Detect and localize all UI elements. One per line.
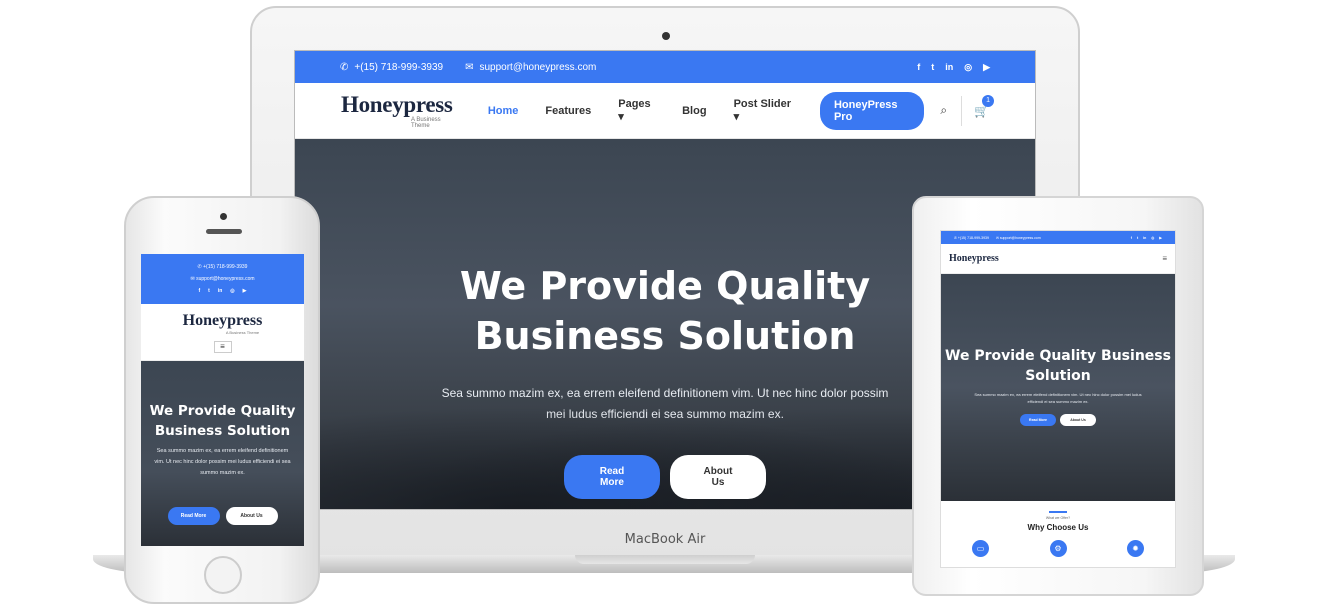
phone-logo[interactable]: Honeypress	[183, 312, 263, 330]
youtube-icon[interactable]: ▶	[983, 62, 990, 73]
cart-count-badge: 1	[982, 94, 995, 107]
tablet-hero-buttons: Read More About Us	[1020, 414, 1096, 426]
tablet-navbar: Honeypress ≡	[941, 244, 1175, 274]
linkedin-icon[interactable]: in	[945, 62, 953, 73]
navbar: Honeypress A Business Theme Home Feature…	[295, 83, 1035, 139]
section-heading: Why Choose Us	[1027, 523, 1089, 532]
tablet-screen: ✆ +(15) 718-999-3939 ✉ support@honeypres…	[940, 230, 1176, 568]
social-links: f t in ◎ ▶	[917, 62, 990, 73]
phone-topbar-email[interactable]: ✉ support@honeypress.com	[141, 273, 304, 285]
hero-text: Sea summo mazim ex, ea errem eleifend de…	[441, 386, 889, 421]
nav-item-post-slider[interactable]: Post Slider ▾	[734, 98, 793, 123]
logo-text: Honeypress	[341, 91, 453, 117]
phone-home-button[interactable]	[204, 556, 242, 594]
phone-logo-tagline: A Business Theme	[225, 330, 260, 335]
facebook-icon[interactable]: f	[917, 62, 920, 73]
youtube-icon[interactable]: ▶	[243, 285, 247, 297]
hero-title: We Provide Quality Business Solution	[459, 264, 871, 358]
cart-icon[interactable]: 🛒 1	[974, 94, 995, 118]
settings-icon[interactable]: ✹	[1127, 540, 1144, 557]
section-separator	[1049, 511, 1067, 513]
feature-icons: ▭ ⚙ ✹	[972, 540, 1144, 557]
twitter-icon[interactable]: t	[1137, 236, 1138, 240]
nav-item-pages[interactable]: Pages ▾	[618, 98, 655, 123]
topbar-email[interactable]: ✉ support@honeypress.com	[465, 62, 596, 73]
laptop-icon[interactable]: ▭	[972, 540, 989, 557]
phone-camera	[220, 213, 227, 220]
section-kicker: What we Offer?	[1045, 516, 1071, 520]
phone-icon: ✆	[340, 61, 349, 73]
hero-buttons: Read More About Us	[564, 455, 766, 499]
phone-topbar: ✆ +(15) 718-999-3939 ✉ support@honeypres…	[141, 254, 304, 304]
honeypress-pro-button[interactable]: HoneyPress Pro	[819, 91, 925, 130]
youtube-icon[interactable]: ▶	[1159, 236, 1162, 240]
phone-hero-buttons: Read More About Us	[167, 507, 278, 525]
nav-menu: Home Features Pages ▾ Blog Post Slider ▾…	[488, 91, 925, 130]
topbar-phone[interactable]: ✆ +(15) 718-999-3939	[340, 62, 443, 73]
linkedin-icon[interactable]: in	[218, 285, 222, 297]
tablet-read-more-button[interactable]: Read More	[1020, 414, 1056, 426]
tablet-topbar: ✆ +(15) 718-999-3939 ✉ support@honeypres…	[941, 231, 1175, 244]
tablet-hero-text: Sea summo mazim ex, ea errem eleifend de…	[974, 392, 1142, 404]
facebook-icon[interactable]: f	[1131, 236, 1132, 240]
facebook-icon[interactable]: f	[198, 285, 200, 297]
twitter-icon[interactable]: t	[208, 285, 210, 297]
logo-tagline: A Business Theme	[411, 116, 441, 129]
why-choose-us-section: What we Offer? Why Choose Us ▭ ⚙ ✹	[941, 501, 1175, 557]
phone-about-us-button[interactable]: About Us	[225, 507, 278, 525]
phone-social-links: f t in ◎ ▶	[141, 285, 304, 297]
phone-read-more-button[interactable]: Read More	[167, 507, 220, 525]
instagram-icon[interactable]: ◎	[964, 62, 972, 73]
phone-topbar-phone-text: +(15) 718-999-3939	[203, 264, 248, 270]
share-icon[interactable]: ⚙	[1049, 540, 1067, 557]
tablet-social-links: f t in ◎ ▶	[1131, 236, 1162, 240]
tablet-topbar-email[interactable]: ✉ support@honeypress.com	[996, 236, 1041, 240]
site-logo[interactable]: Honeypress A Business Theme	[341, 93, 456, 129]
about-us-button[interactable]: About Us	[670, 455, 766, 499]
hamburger-menu-icon[interactable]: ≡	[1162, 254, 1167, 263]
topbar-phone-text: +(15) 718-999-3939	[354, 61, 444, 73]
phone-hero-title: We Provide Quality Business Solution	[149, 403, 296, 439]
tablet-hero: We Provide Quality Business Solution Sea…	[941, 274, 1175, 501]
phone-hero-text: Sea summo mazim ex, ea errem eleifend de…	[154, 448, 291, 476]
phone-speaker	[206, 229, 242, 234]
linkedin-icon[interactable]: in	[1143, 236, 1146, 240]
tablet-topbar-phone[interactable]: ✆ +(15) 718-999-3939	[954, 236, 989, 240]
topbar-email-text: support@honeypress.com	[479, 61, 597, 73]
instagram-icon[interactable]: ◎	[1151, 236, 1154, 240]
topbar: ✆ +(15) 718-999-3939 ✉ support@honeypres…	[295, 51, 1035, 83]
phone-topbar-email-text: support@honeypress.com	[196, 276, 255, 282]
phone-screen: ✆ +(15) 718-999-3939 ✉ support@honeypres…	[141, 254, 304, 546]
nav-item-features[interactable]: Features	[545, 105, 591, 117]
nav-item-blog[interactable]: Blog	[682, 105, 706, 117]
envelope-icon: ✉	[465, 61, 474, 73]
twitter-icon[interactable]: t	[931, 62, 934, 73]
tablet-topbar-email-text: support@honeypress.com	[999, 235, 1041, 240]
instagram-icon[interactable]: ◎	[230, 285, 234, 297]
tablet-topbar-phone-text: +(15) 718-999-3939	[957, 235, 989, 240]
tablet-logo[interactable]: Honeypress	[949, 253, 999, 264]
hamburger-menu-icon[interactable]: ≡	[213, 341, 232, 353]
tablet-hero-title: We Provide Quality Business Solution	[945, 348, 1171, 384]
nav-divider	[961, 95, 963, 126]
tablet-about-us-button[interactable]: About Us	[1060, 414, 1096, 426]
search-icon[interactable]: ⌕	[940, 103, 947, 118]
read-more-button[interactable]: Read More	[564, 455, 660, 499]
nav-item-home[interactable]: Home	[488, 105, 519, 117]
phone-navbar: Honeypress A Business Theme ≡	[141, 304, 304, 361]
phone-hero: We Provide Quality Business Solution Sea…	[141, 361, 304, 546]
phone-topbar-phone[interactable]: ✆ +(15) 718-999-3939	[141, 261, 304, 273]
